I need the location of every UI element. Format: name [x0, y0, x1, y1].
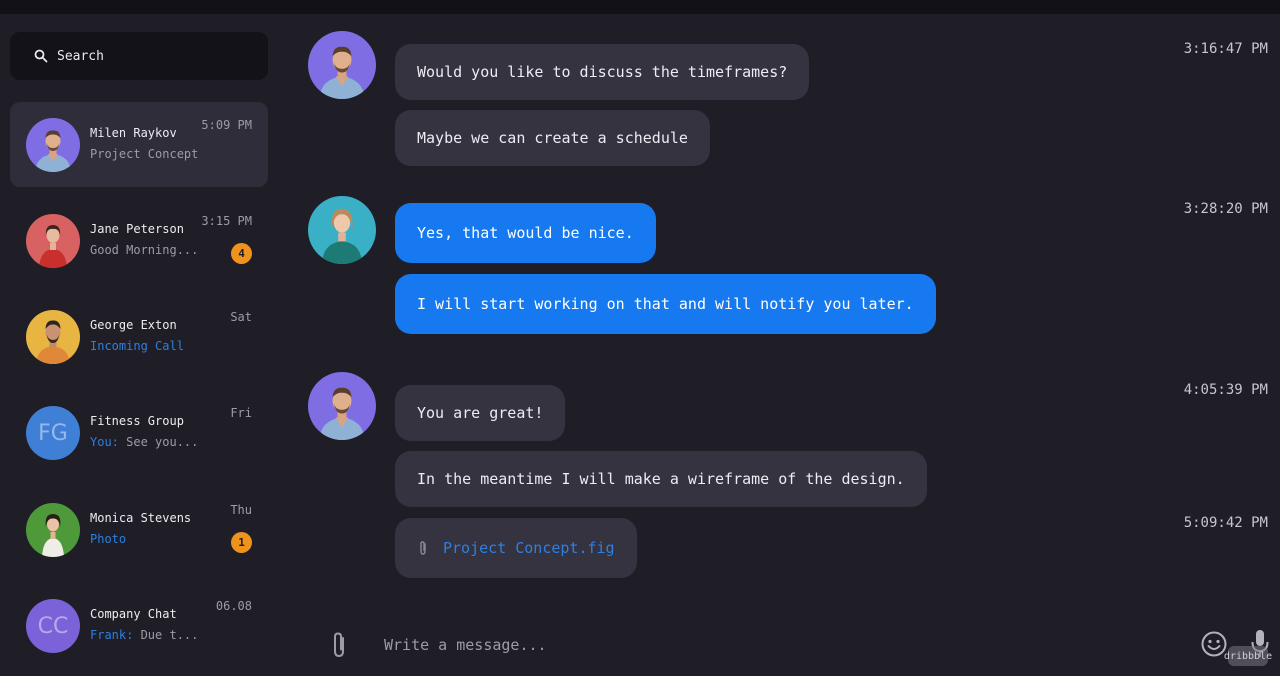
- chat-name: George Exton: [90, 318, 177, 332]
- message-bubble-outgoing: I will start working on that and will no…: [395, 274, 936, 334]
- avatar: [26, 503, 80, 557]
- paperclip-icon[interactable]: [328, 630, 350, 660]
- chat-preview: Photo: [90, 532, 127, 546]
- chat-time: 5:09 PM: [201, 118, 252, 132]
- chat-time: Thu: [230, 503, 252, 517]
- avatar-photo-icon: [308, 372, 376, 440]
- message-bubble: Would you like to discuss the timeframes…: [395, 44, 810, 100]
- search-placeholder: Search: [57, 48, 104, 64]
- message-input[interactable]: [384, 628, 1164, 662]
- search-icon: [34, 49, 48, 63]
- chat-item-milen-raykov[interactable]: Milen Raykov Project Concept 5:09 PM: [10, 102, 268, 187]
- avatar-photo-icon: [308, 31, 376, 99]
- sender-avatar: [308, 31, 376, 99]
- message-bubble: Maybe we can create a schedule: [395, 110, 710, 166]
- search-input[interactable]: Search: [10, 32, 268, 80]
- avatar-photo-icon: [26, 118, 80, 172]
- chat-item-monica-stevens[interactable]: Monica Stevens Photo Thu 1: [10, 487, 268, 572]
- file-attachment[interactable]: Project Concept.fig: [395, 518, 637, 578]
- avatar: [26, 214, 80, 268]
- avatar-photo-icon: [26, 503, 80, 557]
- file-name: Project Concept.fig: [443, 539, 615, 557]
- message-timestamp: 3:28:20 PM: [1183, 201, 1268, 217]
- unread-badge: 1: [231, 532, 252, 553]
- avatar: [26, 310, 80, 364]
- chat-item-jane-peterson[interactable]: Jane Peterson Good Morning... 3:15 PM 4: [10, 198, 268, 283]
- sender-avatar: [308, 372, 376, 440]
- chat-time: Fri: [230, 406, 252, 420]
- window-top-bar: [0, 0, 1280, 14]
- message-bubble: You are great!: [395, 385, 566, 441]
- chat-preview: Project Concept: [90, 147, 199, 161]
- chat-item-george-exton[interactable]: George Exton Incoming Call Sat: [10, 294, 268, 379]
- chat-time: Sat: [230, 310, 252, 324]
- avatar-photo-icon: [26, 214, 80, 268]
- chat-name: Company Chat: [90, 607, 177, 621]
- avatar: FG: [26, 406, 80, 460]
- chat-time: 06.08: [215, 599, 252, 613]
- chat-item-company-chat[interactable]: CC Company Chat Frank: Due t... 06.08: [10, 583, 268, 668]
- avatar-photo-icon: [26, 310, 80, 364]
- chat-time: 3:15 PM: [201, 214, 252, 228]
- message-bubble-outgoing: Yes, that would be nice.: [395, 203, 656, 263]
- chat-name: Jane Peterson: [90, 222, 184, 236]
- message-timestamp: 5:09:42 PM: [1183, 515, 1268, 531]
- paperclip-icon: [420, 541, 426, 555]
- avatar: [26, 118, 80, 172]
- chat-name: Monica Stevens: [90, 511, 192, 525]
- avatar-photo-icon: [308, 196, 376, 264]
- chat-item-fitness-group[interactable]: FG Fitness Group You: See you... Fri: [10, 390, 268, 475]
- chat-preview: You: See you...: [90, 435, 199, 449]
- chat-name: Milen Raykov: [90, 126, 177, 140]
- message-timestamp: 4:05:39 PM: [1183, 382, 1268, 398]
- message-timestamp: 3:16:47 PM: [1183, 41, 1268, 57]
- chat-preview: Good Morning...: [90, 243, 199, 257]
- sender-avatar: [308, 196, 376, 264]
- chat-sidebar: Search Milen Raykov Project Concept 5:09…: [0, 14, 282, 676]
- avatar: CC: [26, 599, 80, 653]
- chat-preview: Incoming Call: [90, 339, 184, 353]
- message-bubble: In the meantime I will make a wireframe …: [395, 451, 927, 507]
- chat-name: Fitness Group: [90, 414, 184, 428]
- unread-badge: 4: [231, 243, 252, 264]
- dribbble-watermark: dribbble: [1224, 646, 1272, 666]
- chat-preview: Frank: Due t...: [90, 628, 199, 642]
